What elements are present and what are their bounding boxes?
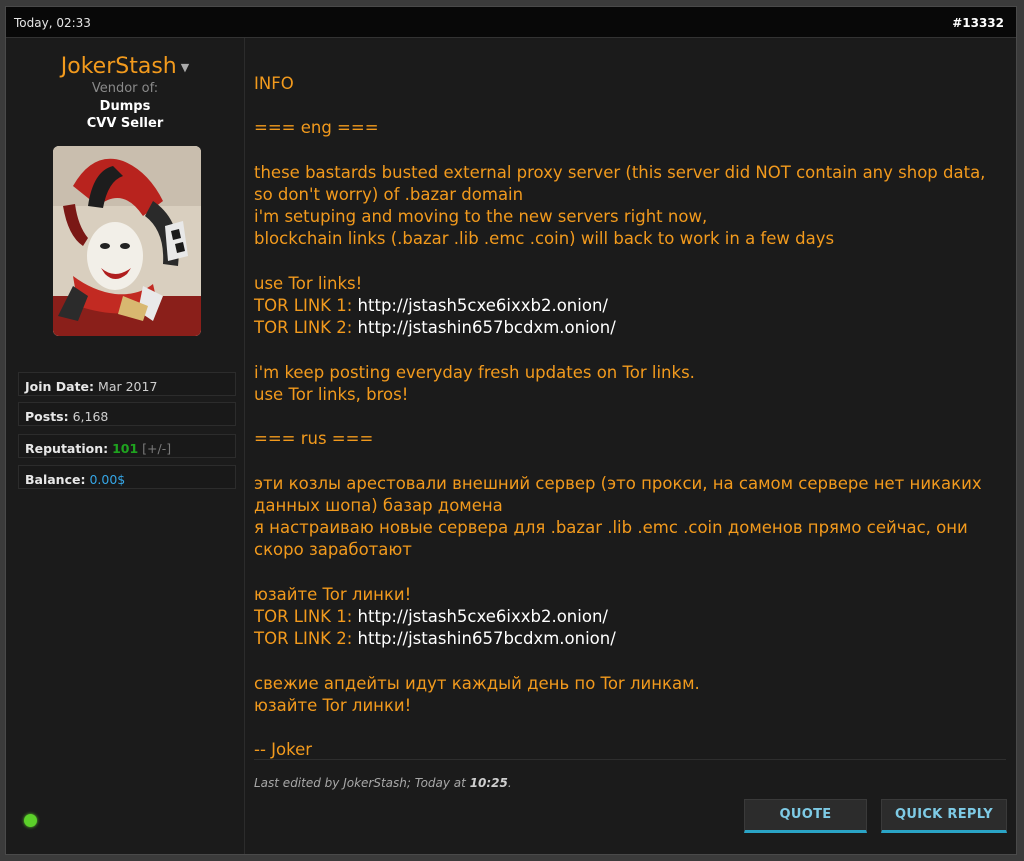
balance-value: 0.00$ (89, 472, 126, 487)
posts-value: 6,168 (72, 409, 109, 424)
eng-paragraph-1: these bastards busted external proxy ser… (254, 162, 1006, 251)
jester-avatar-image (53, 146, 201, 336)
username: JokerStash (60, 54, 177, 79)
post-number-link[interactable]: #13332 (952, 16, 1004, 30)
edited-suffix: . (507, 776, 512, 790)
caret-down-icon[interactable]: ▼ (181, 61, 189, 74)
info-posts: Posts: 6,168 (18, 402, 236, 426)
user-sidebar: JokerStash ▼ Vendor of: Dumps CVV Seller (6, 38, 245, 854)
post-date: Today, 02:33 (14, 16, 91, 30)
rus-paragraph-1: эти козлы арестовали внешний сервер (это… (254, 473, 1006, 562)
info-join-date: Join Date: Mar 2017 (18, 372, 236, 396)
tor-link-2[interactable]: http://jstashin657bcdxm.onion/ (358, 629, 616, 648)
forum-post: Today, 02:33 #13332 JokerStash ▼ Vendor o… (5, 6, 1017, 855)
tor-link-label: TOR LINK 1: (254, 607, 358, 627)
eng-line: i'm setuping and moving to the new serve… (254, 207, 708, 227)
online-indicator-icon (24, 814, 37, 827)
tor-intro: use Tor links! (254, 273, 363, 293)
rus-tor-links: юзайте Tor линки! TOR LINK 1: http://jst… (254, 584, 1006, 651)
vendor-label: Vendor of: (91, 81, 159, 96)
tor-link-label: TOR LINK 1: (254, 296, 358, 316)
last-edited-note: Last edited by JokerStash; Today at 10:2… (254, 759, 1006, 794)
eng-paragraph-3: i'm keep posting everyday fresh updates … (254, 362, 1006, 407)
eng-line: i'm keep posting everyday fresh updates … (254, 362, 695, 382)
quick-reply-button[interactable]: QUICK REPLY (881, 799, 1007, 833)
reputation-label: Reputation: (25, 441, 109, 456)
user-avatar[interactable] (53, 146, 201, 336)
post-content: INFO === eng === these bastards busted e… (254, 38, 1007, 854)
vendor-item-cvv: CVV Seller (86, 116, 164, 131)
tor-link-label: TOR LINK 2: (254, 318, 358, 338)
eng-line: use Tor links, bros! (254, 384, 409, 404)
rus-line: юзайте Tor линки! (254, 695, 412, 715)
edited-time: 10:25 (469, 776, 508, 790)
tor-link-2[interactable]: http://jstashin657bcdxm.onion/ (358, 318, 616, 337)
eng-header: === eng === (254, 118, 379, 138)
reputation-value: 101 (112, 441, 139, 456)
eng-line: blockchain links (.bazar .lib .emc .coin… (254, 229, 835, 249)
post-body: INFO === eng === these bastards busted e… (254, 73, 1006, 784)
rus-line: эти козлы арестовали внешний сервер (это… (254, 473, 982, 515)
balance-label: Balance: (25, 472, 86, 487)
eng-line: these bastards busted external proxy ser… (254, 162, 986, 204)
post-title: INFO (254, 74, 294, 93)
vendor-item-dumps: Dumps (99, 99, 151, 114)
rus-header: === rus === (254, 429, 374, 449)
tor-link-1[interactable]: http://jstash5cxe6ixxb2.onion/ (358, 296, 608, 315)
tor-link-1[interactable]: http://jstash5cxe6ixxb2.onion/ (358, 607, 608, 626)
edited-text: Last edited by JokerStash; Today at (254, 776, 470, 790)
posts-label: Posts: (25, 409, 69, 424)
post-header: Today, 02:33 #13332 (6, 7, 1016, 38)
eng-tor-links: use Tor links! TOR LINK 1: http://jstash… (254, 273, 1006, 340)
info-balance: Balance: 0.00$ (18, 465, 236, 489)
info-reputation: Reputation: 101 [+/-] (18, 434, 236, 458)
reputation-vote-link[interactable]: [+/-] (142, 441, 171, 456)
rus-line: я настраиваю новые сервера для .bazar .l… (254, 518, 968, 560)
rus-line: свежие апдейты идут каждый день по Tor л… (254, 673, 700, 693)
username-link[interactable]: JokerStash ▼ (6, 54, 244, 79)
join-date-value: Mar 2017 (98, 379, 158, 394)
rus-paragraph-3: свежие апдейты идут каждый день по Tor л… (254, 673, 1006, 718)
tor-intro: юзайте Tor линки! (254, 584, 412, 604)
tor-link-label: TOR LINK 2: (254, 629, 358, 649)
join-date-label: Join Date: (25, 379, 95, 394)
quote-button[interactable]: QUOTE (744, 799, 867, 833)
